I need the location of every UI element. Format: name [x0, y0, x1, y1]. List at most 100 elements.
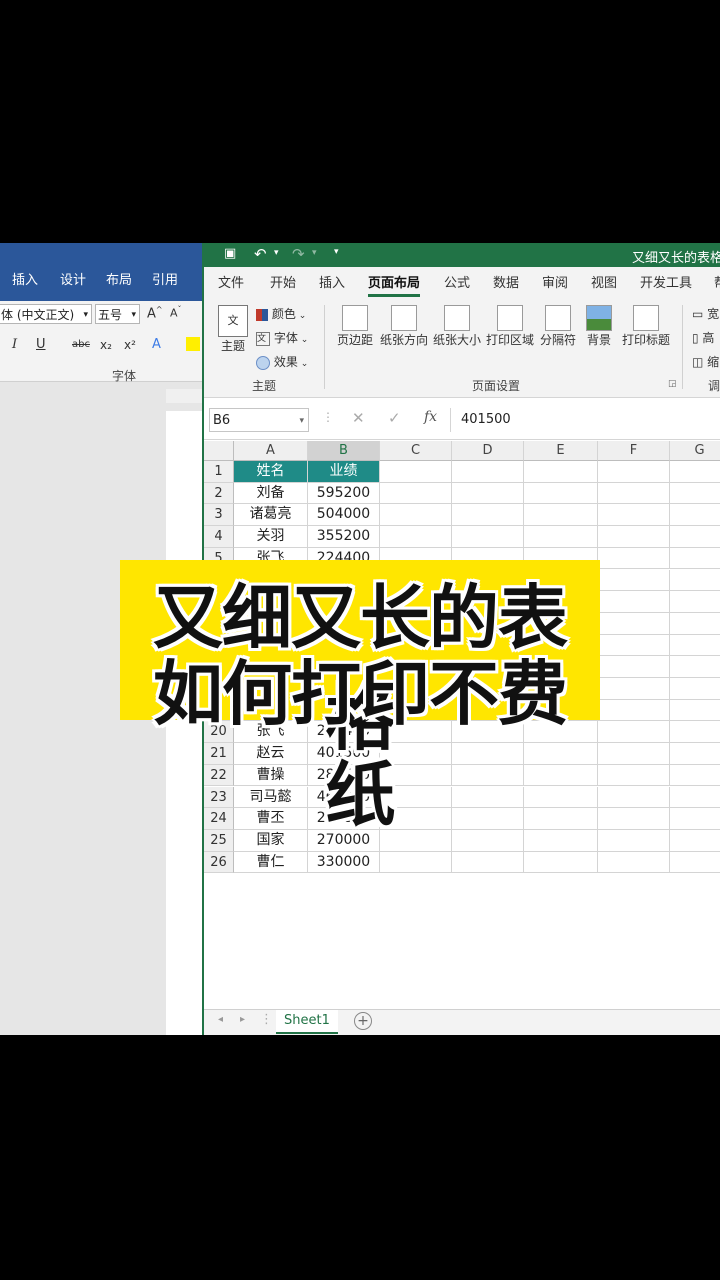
word-tab-insert[interactable]: 插入: [12, 269, 38, 293]
empty-cell[interactable]: [670, 656, 720, 678]
empty-cell[interactable]: [670, 808, 720, 830]
empty-cell[interactable]: [380, 526, 452, 548]
add-sheet-icon[interactable]: +: [354, 1012, 372, 1030]
empty-cell[interactable]: [598, 591, 670, 613]
next-sheet-icon[interactable]: ▸: [240, 1014, 245, 1025]
empty-cell[interactable]: [452, 461, 524, 483]
empty-cell[interactable]: [670, 613, 720, 635]
redo-icon[interactable]: ↷: [292, 245, 305, 263]
select-all-corner[interactable]: [204, 441, 234, 461]
tab-data[interactable]: 数据: [493, 274, 519, 294]
tab-file[interactable]: 文件: [218, 274, 244, 294]
empty-cell[interactable]: [598, 829, 670, 852]
tab-view[interactable]: 视图: [591, 274, 617, 294]
value-cell[interactable]: 355200: [308, 526, 380, 548]
width-control[interactable]: ▭ 宽: [692, 305, 719, 322]
empty-cell[interactable]: [670, 635, 720, 657]
empty-cell[interactable]: [670, 787, 720, 809]
value-cell[interactable]: 业绩: [308, 461, 380, 483]
empty-cell[interactable]: [380, 504, 452, 527]
print-titles-button[interactable]: 打印标题: [620, 305, 672, 348]
empty-cell[interactable]: [524, 504, 598, 527]
enter-icon[interactable]: ✓: [388, 409, 401, 427]
superscript-button[interactable]: x²: [124, 338, 136, 352]
formula-input[interactable]: 401500: [450, 408, 720, 432]
empty-cell[interactable]: [670, 830, 720, 852]
empty-cell[interactable]: [598, 786, 670, 809]
empty-cell[interactable]: [670, 570, 720, 592]
empty-cell[interactable]: [598, 612, 670, 635]
column-header[interactable]: E: [524, 441, 598, 461]
empty-cell[interactable]: [380, 851, 452, 874]
name-cell[interactable]: 曹仁: [234, 851, 308, 874]
empty-cell[interactable]: [452, 482, 524, 505]
underline-button[interactable]: U: [36, 337, 46, 352]
name-cell[interactable]: 关羽: [234, 526, 308, 548]
height-control[interactable]: ▯ 高: [692, 329, 714, 346]
sheet-tab-sheet1[interactable]: Sheet1: [276, 1010, 338, 1034]
empty-cell[interactable]: [598, 743, 670, 765]
chevron-down-icon[interactable]: ▾: [299, 409, 304, 433]
row-header[interactable]: 26: [204, 851, 234, 874]
empty-cell[interactable]: [598, 482, 670, 505]
empty-cell[interactable]: [524, 482, 598, 505]
tab-developer[interactable]: 开发工具: [640, 274, 692, 294]
italic-button[interactable]: I: [12, 337, 17, 352]
empty-cell[interactable]: [598, 699, 670, 722]
empty-cell[interactable]: [598, 721, 670, 744]
shrink-font-icon[interactable]: Aˇ: [170, 305, 182, 320]
empty-cell[interactable]: [380, 461, 452, 483]
column-header[interactable]: C: [380, 441, 452, 461]
column-header[interactable]: A: [234, 441, 308, 461]
breaks-button[interactable]: 分隔符: [538, 305, 578, 348]
theme-fonts-button[interactable]: 文 字体 ⌄: [256, 329, 308, 346]
row-header[interactable]: 3: [204, 504, 234, 527]
cancel-icon[interactable]: ✕: [352, 409, 365, 427]
grow-font-icon[interactable]: A^: [147, 305, 163, 321]
undo-icon[interactable]: ↶: [254, 245, 267, 263]
row-header[interactable]: 4: [204, 526, 234, 548]
empty-cell[interactable]: [670, 461, 720, 483]
empty-cell[interactable]: [670, 591, 720, 613]
text-effects-button[interactable]: A: [152, 337, 161, 352]
size-button[interactable]: 纸张大小: [432, 305, 482, 348]
empty-cell[interactable]: [598, 526, 670, 548]
word-tab-design[interactable]: 设计: [60, 269, 86, 293]
name-box[interactable]: B6 ▾: [209, 408, 309, 432]
highlight-icon[interactable]: [186, 337, 200, 351]
theme-effects-button[interactable]: 效果 ⌄: [256, 353, 308, 370]
empty-cell[interactable]: [598, 678, 670, 700]
empty-cell[interactable]: [598, 656, 670, 678]
empty-cell[interactable]: [524, 851, 598, 874]
background-button[interactable]: 背景: [584, 305, 614, 348]
scale-control[interactable]: ◫ 缩: [692, 353, 719, 370]
tab-page-layout[interactable]: 页面布局: [368, 274, 421, 297]
value-cell[interactable]: 504000: [308, 504, 380, 527]
name-cell[interactable]: 姓名: [234, 461, 308, 483]
tab-home[interactable]: 开始: [270, 274, 296, 294]
chevron-down-icon[interactable]: ▾: [312, 248, 317, 258]
column-header[interactable]: B: [308, 441, 380, 461]
name-cell[interactable]: 诸葛亮: [234, 504, 308, 527]
empty-cell[interactable]: [598, 634, 670, 657]
empty-cell[interactable]: [670, 526, 720, 548]
row-header[interactable]: 2: [204, 482, 234, 505]
empty-cell[interactable]: [670, 678, 720, 700]
empty-cell[interactable]: [524, 526, 598, 548]
dialog-launcher-icon[interactable]: ◲: [668, 379, 677, 389]
empty-cell[interactable]: [670, 700, 720, 722]
row-header[interactable]: 1: [204, 461, 234, 483]
empty-cell[interactable]: [598, 504, 670, 527]
margins-button[interactable]: 页边距: [334, 305, 376, 348]
empty-cell[interactable]: [598, 547, 670, 570]
column-header[interactable]: F: [598, 441, 670, 461]
themes-button[interactable]: 文 主题: [216, 305, 250, 354]
word-tab-references[interactable]: 引用: [152, 269, 178, 293]
value-cell[interactable]: 330000: [308, 851, 380, 874]
tab-review[interactable]: 审阅: [542, 274, 568, 294]
empty-cell[interactable]: [524, 461, 598, 483]
empty-cell[interactable]: [598, 808, 670, 830]
theme-colors-button[interactable]: 颜色 ⌄: [256, 305, 306, 322]
column-header[interactable]: G: [670, 441, 720, 461]
font-size-combo[interactable]: 五号 ▾: [95, 304, 140, 324]
